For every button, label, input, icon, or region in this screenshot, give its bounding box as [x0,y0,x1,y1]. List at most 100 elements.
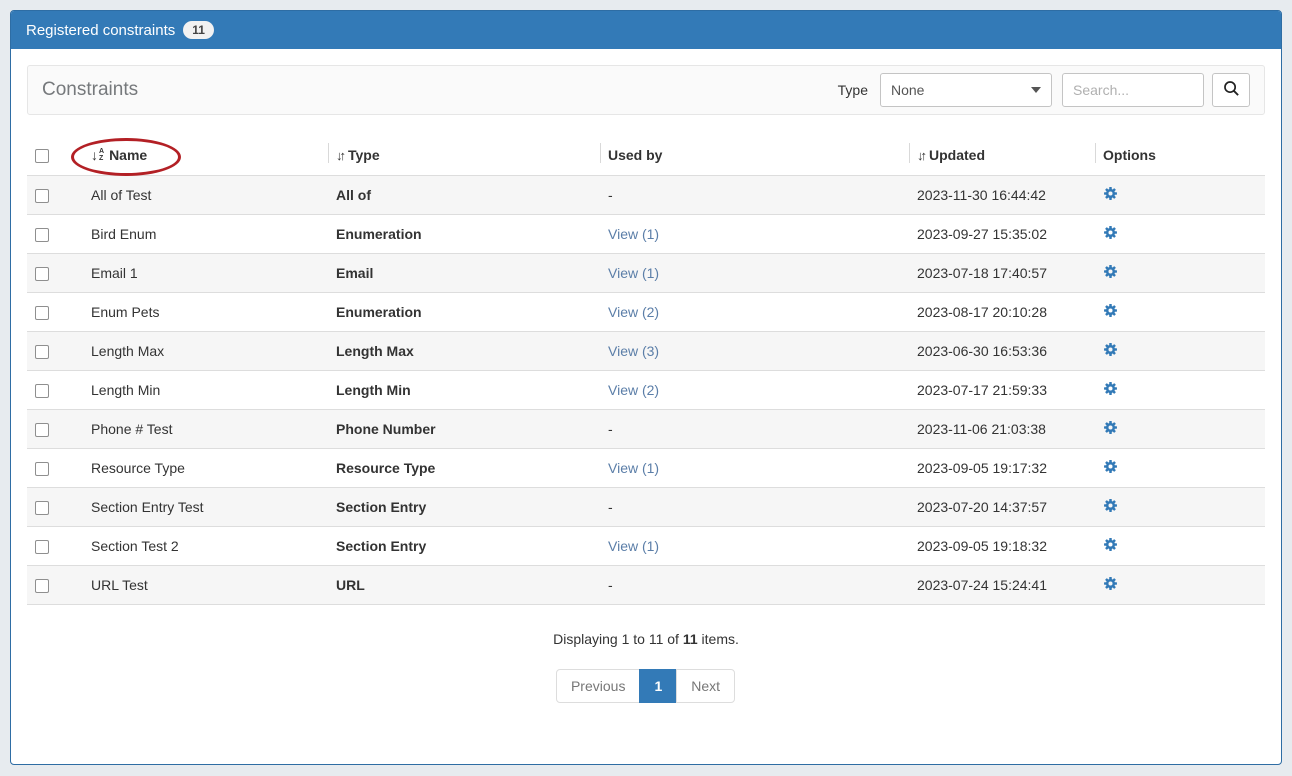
table-row: URL TestURL-2023-07-24 15:24:41 [27,566,1265,605]
row-checkbox[interactable] [35,384,49,398]
updated-timestamp-cell: 2023-07-24 15:24:41 [909,566,1095,605]
updated-timestamp-cell: 2023-08-17 20:10:28 [909,293,1095,332]
used-by-column-header: Used by [600,137,909,176]
row-options-button[interactable] [1103,498,1118,513]
constraint-type-cell: Section Entry [328,488,600,527]
options-header-label: Options [1103,147,1156,163]
row-options-button[interactable] [1103,264,1118,279]
constraint-name-cell: Phone # Test [83,410,328,449]
table-row: Section Entry TestSection Entry- 2023-07-… [27,488,1265,527]
pagination-page-1[interactable]: 1 [639,669,677,703]
select-all-header [27,137,83,176]
view-used-by-link[interactable]: View (2) [608,304,659,320]
table-row: Resource TypeResource TypeView (1)2023-0… [27,449,1265,488]
table-header-row: ↓ AZ Name ↓↑ Type Used by ↓↑ Updated [27,137,1265,176]
constraint-type-cell: Enumeration [328,215,600,254]
panel-title: Registered constraints [26,22,175,39]
view-used-by-link[interactable]: View (3) [608,343,659,359]
updated-timestamp-cell: 2023-11-06 21:03:38 [909,410,1095,449]
updated-timestamp-cell: 2023-07-20 14:37:57 [909,488,1095,527]
sort-icon: ↓↑ [917,148,924,163]
row-checkbox[interactable] [35,540,49,554]
used-by-none: - [608,499,613,515]
table-row: Email 1EmailView (1)2023-07-18 17:40:57 [27,254,1265,293]
type-select-value: None [891,82,924,98]
pagination: Previous 1 Next [27,669,1265,703]
constraint-type-cell: Length Min [328,371,600,410]
constraint-name-cell: Resource Type [83,449,328,488]
sort-icon: ↓↑ [336,148,343,163]
constraint-name-cell: Enum Pets [83,293,328,332]
constraint-name-cell: Length Min [83,371,328,410]
constraint-type-cell: Enumeration [328,293,600,332]
view-used-by-link[interactable]: View (2) [608,382,659,398]
gear-icon [1103,189,1118,204]
gear-icon [1103,228,1118,243]
row-options-button[interactable] [1103,537,1118,552]
constraint-name-cell: Bird Enum [83,215,328,254]
gear-icon [1103,384,1118,399]
type-header-label: Type [348,147,380,163]
updated-header-label: Updated [929,147,985,163]
view-used-by-link[interactable]: View (1) [608,538,659,554]
search-input[interactable] [1062,73,1204,107]
gear-icon [1103,579,1118,594]
search-icon [1223,80,1240,100]
updated-timestamp-cell: 2023-07-18 17:40:57 [909,254,1095,293]
gear-icon [1103,267,1118,282]
row-options-button[interactable] [1103,225,1118,240]
updated-timestamp-cell: 2023-07-17 21:59:33 [909,371,1095,410]
search-button[interactable] [1212,73,1250,107]
view-used-by-link[interactable]: View (1) [608,226,659,242]
toolbar: Constraints Type None [27,65,1265,115]
row-options-button[interactable] [1103,186,1118,201]
row-checkbox[interactable] [35,228,49,242]
toolbar-controls: Type None [838,73,1250,107]
name-column-header[interactable]: ↓ AZ Name [83,137,328,176]
select-all-checkbox[interactable] [35,149,49,163]
row-checkbox[interactable] [35,267,49,281]
row-options-button[interactable] [1103,381,1118,396]
row-options-button[interactable] [1103,420,1118,435]
constraint-type-cell: All of [328,176,600,215]
row-checkbox[interactable] [35,501,49,515]
row-checkbox[interactable] [35,345,49,359]
constraint-type-cell: Length Max [328,332,600,371]
updated-column-header[interactable]: ↓↑ Updated [909,137,1095,176]
constraint-name-cell: Section Entry Test [83,488,328,527]
constraint-name-cell: Email 1 [83,254,328,293]
row-options-button[interactable] [1103,576,1118,591]
gear-icon [1103,540,1118,555]
type-column-header[interactable]: ↓↑ Type [328,137,600,176]
type-select[interactable]: None [880,73,1052,107]
constraint-type-cell: Section Entry [328,527,600,566]
row-options-button[interactable] [1103,459,1118,474]
gear-icon [1103,423,1118,438]
panel-heading: Registered constraints 11 [11,11,1281,49]
view-used-by-link[interactable]: View (1) [608,460,659,476]
row-checkbox[interactable] [35,579,49,593]
row-checkbox[interactable] [35,306,49,320]
summary-text: Displaying 1 to 11 of [553,631,683,647]
updated-timestamp-cell: 2023-11-30 16:44:42 [909,176,1095,215]
name-header-label: Name [109,147,147,163]
updated-timestamp-cell: 2023-09-05 19:17:32 [909,449,1095,488]
constraint-name-cell: Section Test 2 [83,527,328,566]
chevron-down-icon [1031,87,1041,93]
sort-alpha-down-icon: ↓ AZ [91,147,104,163]
row-options-button[interactable] [1103,342,1118,357]
pagination-next[interactable]: Next [676,669,735,703]
row-checkbox[interactable] [35,189,49,203]
gear-icon [1103,345,1118,360]
count-badge: 11 [183,21,214,39]
used-by-header-label: Used by [608,147,662,163]
view-used-by-link[interactable]: View (1) [608,265,659,281]
constraint-name-cell: URL Test [83,566,328,605]
row-options-button[interactable] [1103,303,1118,318]
table-row: Length MaxLength MaxView (3)2023-06-30 1… [27,332,1265,371]
pagination-previous[interactable]: Previous [556,669,640,703]
row-checkbox[interactable] [35,462,49,476]
row-checkbox[interactable] [35,423,49,437]
gear-icon [1103,306,1118,321]
used-by-none: - [608,421,613,437]
